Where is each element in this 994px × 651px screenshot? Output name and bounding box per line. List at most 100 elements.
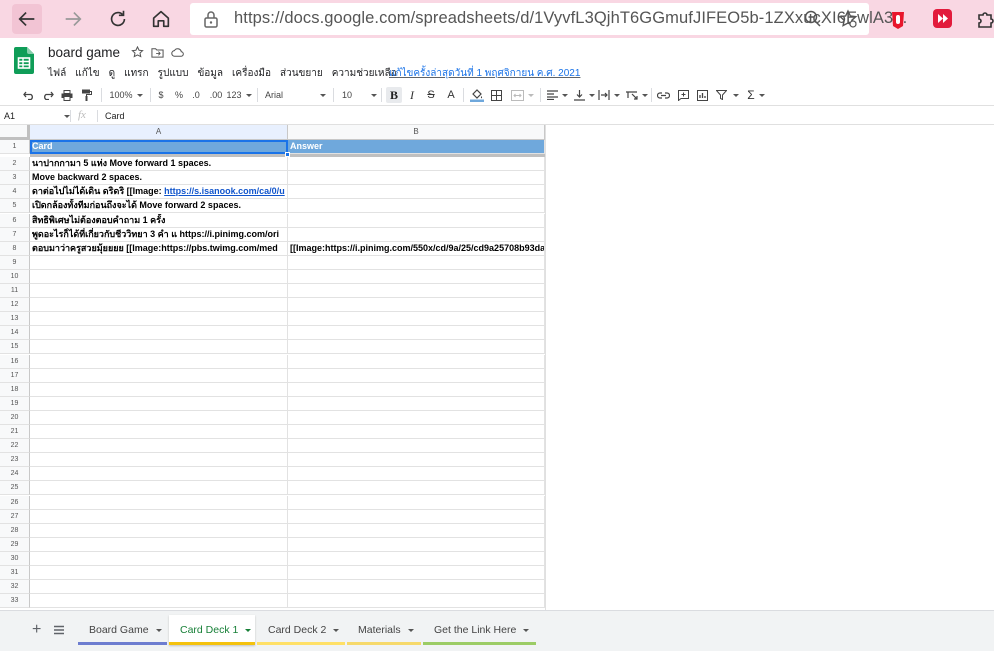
strikethrough-button[interactable]: S [424, 87, 438, 103]
row-header[interactable]: 4 [0, 185, 30, 200]
table-cell[interactable]: Move backward 2 spaces. [30, 171, 288, 186]
table-cell[interactable] [288, 227, 545, 242]
italic-button[interactable]: I [405, 87, 419, 103]
menu-data[interactable]: ข้อมูล [197, 66, 223, 81]
row-header[interactable]: 8 [0, 241, 30, 256]
empty-cell[interactable] [288, 340, 545, 355]
text-color-button[interactable]: A [444, 87, 458, 103]
row-header[interactable]: 23 [0, 453, 30, 468]
table-cell[interactable] [288, 171, 545, 186]
functions-button[interactable]: Σ [745, 87, 767, 103]
star-icon[interactable] [131, 46, 144, 59]
row-header[interactable]: 24 [0, 467, 30, 482]
empty-cell[interactable] [30, 410, 288, 425]
home-button[interactable] [146, 4, 176, 34]
column-header-a[interactable]: A [30, 125, 288, 140]
all-sheets-menu-icon[interactable] [53, 624, 65, 636]
row-header[interactable]: 1 [0, 140, 30, 155]
currency-format-button[interactable]: $ [156, 87, 166, 103]
table-cell[interactable] [288, 213, 545, 228]
empty-cell[interactable] [30, 439, 288, 454]
empty-cell[interactable] [30, 269, 288, 284]
table-cell[interactable] [288, 185, 545, 200]
text-rotation-button[interactable] [624, 87, 648, 103]
row-header[interactable]: 21 [0, 425, 30, 440]
print-button[interactable] [60, 87, 74, 103]
chevron-down-icon[interactable] [333, 628, 340, 632]
sheet-tab[interactable]: Materials [347, 615, 421, 645]
row-header[interactable]: 16 [0, 354, 30, 369]
select-all-corner[interactable] [0, 125, 30, 140]
fill-color-button[interactable] [469, 87, 485, 103]
row-header[interactable]: 19 [0, 396, 30, 411]
paint-format-button[interactable] [79, 87, 93, 103]
row-header[interactable]: 11 [0, 284, 30, 299]
insert-comment-button[interactable] [676, 87, 690, 103]
sheet-tab[interactable]: Card Deck 2 [257, 615, 345, 645]
empty-cell[interactable] [30, 396, 288, 411]
empty-cell[interactable] [30, 509, 288, 524]
table-cell[interactable] [288, 157, 545, 172]
reload-button[interactable] [103, 4, 133, 34]
insert-chart-button[interactable] [695, 87, 709, 103]
empty-cell[interactable] [30, 284, 288, 299]
cell-link[interactable]: https://s.isanook.com/ca/0/u [164, 186, 285, 196]
borders-button[interactable] [489, 87, 503, 103]
empty-cell[interactable] [288, 566, 545, 581]
percent-format-button[interactable]: % [173, 87, 185, 103]
row-header[interactable]: 28 [0, 523, 30, 538]
menu-tools[interactable]: เครื่องมือ [232, 66, 271, 81]
row-header[interactable]: 33 [0, 594, 30, 609]
row-header[interactable]: 15 [0, 340, 30, 355]
empty-cell[interactable] [288, 439, 545, 454]
empty-cell[interactable] [288, 481, 545, 496]
row-header[interactable]: 29 [0, 537, 30, 552]
chevron-down-icon[interactable] [407, 628, 414, 632]
google-sheets-logo-icon[interactable] [14, 47, 34, 74]
extensions-puzzle-icon[interactable] [975, 8, 994, 30]
redo-button[interactable] [41, 87, 55, 103]
empty-cell[interactable] [30, 425, 288, 440]
favorite-star-icon[interactable] [838, 9, 858, 29]
merge-cells-button[interactable] [509, 87, 535, 103]
row-header[interactable]: 18 [0, 382, 30, 397]
empty-cell[interactable] [288, 298, 545, 313]
empty-cell[interactable] [288, 382, 545, 397]
increase-decimal-button[interactable]: .00 [208, 87, 224, 103]
empty-cell[interactable] [30, 354, 288, 369]
menu-help[interactable]: ความช่วยเหลือ [332, 66, 397, 81]
row-header[interactable]: 25 [0, 481, 30, 496]
row-header[interactable]: 32 [0, 580, 30, 595]
empty-cell[interactable] [30, 298, 288, 313]
empty-cell[interactable] [30, 495, 288, 510]
chevron-down-icon[interactable] [155, 628, 162, 632]
zoom-out-icon[interactable] [803, 9, 823, 29]
row-header[interactable]: 30 [0, 551, 30, 566]
empty-cell[interactable] [288, 255, 545, 270]
media-extension-icon[interactable] [932, 8, 953, 29]
row-header[interactable]: 9 [0, 255, 30, 270]
formula-input[interactable]: Card [105, 111, 125, 121]
sheet-tab[interactable]: Card Deck 1 [169, 615, 255, 645]
table-cell[interactable]: สิทธิพิเศษไม่ต้องตอบคำถาม 1 ครั้ง [30, 213, 288, 228]
empty-cell[interactable] [30, 580, 288, 595]
empty-cell[interactable] [30, 340, 288, 355]
menu-view[interactable]: ดู [109, 66, 116, 81]
chevron-down-icon[interactable] [523, 628, 530, 632]
name-box[interactable]: A1 [4, 111, 15, 121]
chevron-down-icon[interactable] [245, 628, 252, 632]
vertical-align-button[interactable] [573, 87, 595, 103]
empty-cell[interactable] [288, 509, 545, 524]
empty-cell[interactable] [30, 368, 288, 383]
empty-cell[interactable] [288, 537, 545, 552]
move-folder-icon[interactable] [151, 46, 164, 59]
row-header[interactable]: 22 [0, 439, 30, 454]
menu-extensions[interactable]: ส่วนขยาย [280, 66, 323, 81]
table-cell[interactable]: [[Image:https://i.pinimg.com/550x/cd/9a/… [288, 241, 545, 256]
header-cell-card[interactable]: Card [30, 140, 288, 155]
row-header[interactable]: 2 [0, 157, 30, 172]
empty-cell[interactable] [30, 467, 288, 482]
menu-format[interactable]: รูปแบบ [158, 66, 189, 81]
decrease-decimal-button[interactable]: .0 [190, 87, 202, 103]
add-sheet-button[interactable]: + [32, 622, 41, 638]
